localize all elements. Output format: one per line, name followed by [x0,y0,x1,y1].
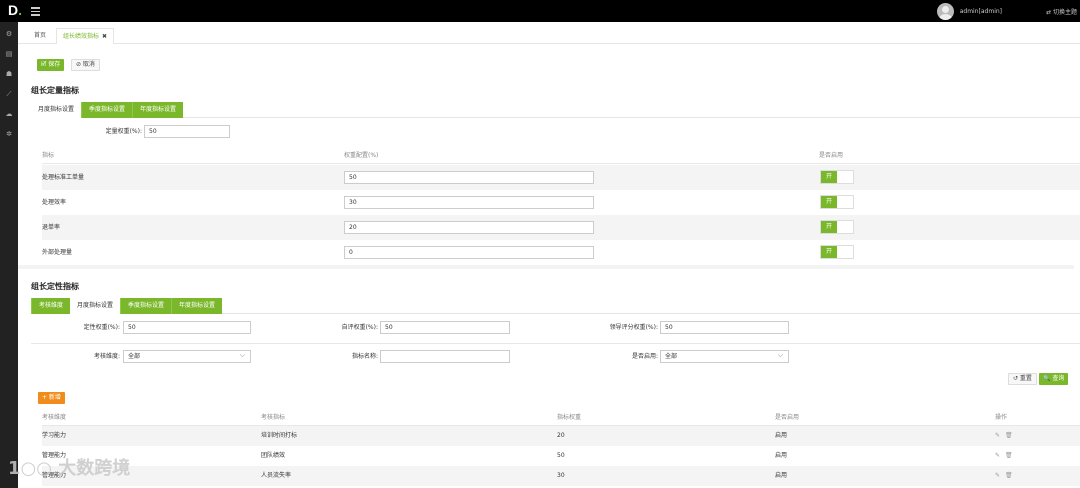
tab-qual-yearly[interactable]: 年度指标设置 [171,298,223,314]
weight-input[interactable]: 50 [344,171,594,184]
name-filter-label: 指标名称: [351,353,378,360]
tab-qual-dimension[interactable]: 考核维度 [31,298,71,314]
quant-weight-input[interactable]: 50 [144,125,230,138]
name-filter-input[interactable] [380,350,510,363]
qual-weight-label: 定性权重(%): [83,324,120,331]
quant-tabs: 月度指标设置 季度指标设置 年度指标设置 [31,102,1080,118]
avatar [936,2,954,20]
users-nav-icon[interactable]: ☗ [5,71,13,78]
add-button[interactable]: + 新增 [38,392,65,404]
table-row: 学习能力 培训时间打标 20 启用 ✎🗑 [42,426,1080,446]
tab-leader-kpi[interactable]: 组长绩效指标 ✖ [56,28,115,45]
table-row: 退单率 20 开 [42,215,1080,240]
col-header-metric: 考核指标 [261,414,286,421]
tab-qual-monthly[interactable]: 月度指标设置 [70,298,121,314]
col-header-weight: 指标权重 [557,414,582,421]
dimension-cell: 学习能力 [42,432,67,439]
enable-toggle[interactable]: 开 [820,170,854,184]
metric-cell: 人员流失率 [261,472,292,479]
weight-input[interactable]: 30 [344,196,594,209]
enable-toggle[interactable]: 开 [820,245,854,259]
enabled-cell: 启用 [775,432,788,439]
page-tab-bar: 首页 组长绩效指标 ✖ [18,22,1080,45]
metric-cell: 团队绩效 [261,452,286,459]
table-row: 管理能力 人员流失率 30 启用 ✎🗑 [42,466,1080,486]
search-button[interactable]: 🔍 查询 [1039,373,1069,385]
col-header-enabled: 是否启用 [819,152,844,159]
tab-home[interactable]: 首页 [28,28,52,44]
sidebar: ⚙ ▤ ☗ ⟋ ☁ ✲ [0,22,18,488]
table-row: 外部处理量 0 开 [42,240,1080,265]
leader-weight-input[interactable]: 50 [660,321,789,334]
metric-name: 处理标准工单量 [42,174,85,181]
enable-toggle[interactable]: 开 [820,195,854,209]
enabled-cell: 启用 [775,452,788,459]
user-menu[interactable]: admin[admin] [936,1,1002,21]
network-nav-icon[interactable]: ☁ [5,111,13,118]
user-name: admin[admin] [959,7,1002,15]
close-tab-icon[interactable]: ✖ [102,33,107,40]
metric-cell: 培训时间打标 [261,432,298,439]
col-header-actions: 操作 [995,414,1008,421]
app-logo[interactable]: D. [8,2,22,19]
cancel-button[interactable]: ⊘ 取消 [71,59,100,71]
weight-cell: 50 [557,452,565,459]
metric-name: 处理效率 [42,199,67,206]
qual-section-title: 组长定性指标 [31,282,79,291]
settings-nav-icon[interactable]: ⚙ [5,31,13,38]
weight-input[interactable]: 20 [344,221,594,234]
divider [31,343,1080,344]
qual-weight-input[interactable]: 50 [123,321,251,334]
top-bar: D. admin[admin] ⇄ 切换主题 [0,0,1080,22]
weight-input[interactable]: 0 [344,246,594,259]
col-header-dimension: 考核维度 [42,414,67,421]
watermark-logo: 1○○ 大数跨境 [8,458,131,479]
enabled-select[interactable]: 全部 [660,350,789,363]
quant-weight-label: 定量权重(%): [105,128,142,135]
col-header-metric: 指标 [42,152,55,159]
divider [42,163,1080,164]
enabled-cell: 启用 [775,472,788,479]
menu-toggle-icon[interactable] [31,5,40,16]
row-actions-edit-delete-icons[interactable]: ✎🗑 [995,452,1018,459]
tab-quant-quarterly[interactable]: 季度指标设置 [81,102,133,118]
weight-cell: 30 [557,472,565,479]
col-header-weight: 权重配置(%) [344,152,379,159]
tab-quant-monthly[interactable]: 月度指标设置 [31,102,82,118]
metric-name: 退单率 [42,224,61,231]
list-nav-icon[interactable]: ▤ [5,51,13,58]
quant-section-title: 组长定量指标 [31,86,79,95]
enable-toggle[interactable]: 开 [820,220,854,234]
save-button[interactable]: 🗹 保存 [37,59,65,71]
col-header-enabled: 是否启用 [775,414,800,421]
tab-quant-yearly[interactable]: 年度指标设置 [132,102,184,118]
dimension-select[interactable]: 全部 [123,350,251,363]
chart-nav-icon[interactable]: ⟋ [5,91,13,98]
section-separator [18,265,1074,269]
enabled-filter-label: 是否启用: [631,353,658,360]
table-row: 处理标准工单量 50 开 [42,165,1080,190]
row-actions-edit-delete-icons[interactable]: ✎🗑 [995,472,1018,479]
table-row: 管理能力 团队绩效 50 启用 ✎🗑 [42,446,1080,466]
dimension-filter-label: 考核维度: [93,353,120,360]
table-row: 处理效率 30 开 [42,190,1080,215]
qual-tabs: 考核维度 月度指标设置 季度指标设置 年度指标设置 [31,298,1080,314]
reset-button[interactable]: ↺ 重置 [1008,373,1037,385]
gear-nav-icon[interactable]: ✲ [5,131,13,138]
self-weight-label: 自评权重(%): [341,324,378,331]
row-actions-edit-delete-icons[interactable]: ✎🗑 [995,432,1018,439]
self-weight-input[interactable]: 50 [380,321,510,334]
switch-theme-button[interactable]: ⇄ 切换主题 [1046,7,1077,16]
leader-weight-label: 领导评分权重(%): [609,324,658,331]
main-content: 🗹 保存 ⊘ 取消 组长定量指标 月度指标设置 季度指标设置 年度指标设置 定量… [18,44,1080,488]
weight-cell: 20 [557,432,565,439]
tab-qual-quarterly[interactable]: 季度指标设置 [120,298,172,314]
metric-name: 外部处理量 [42,249,73,256]
